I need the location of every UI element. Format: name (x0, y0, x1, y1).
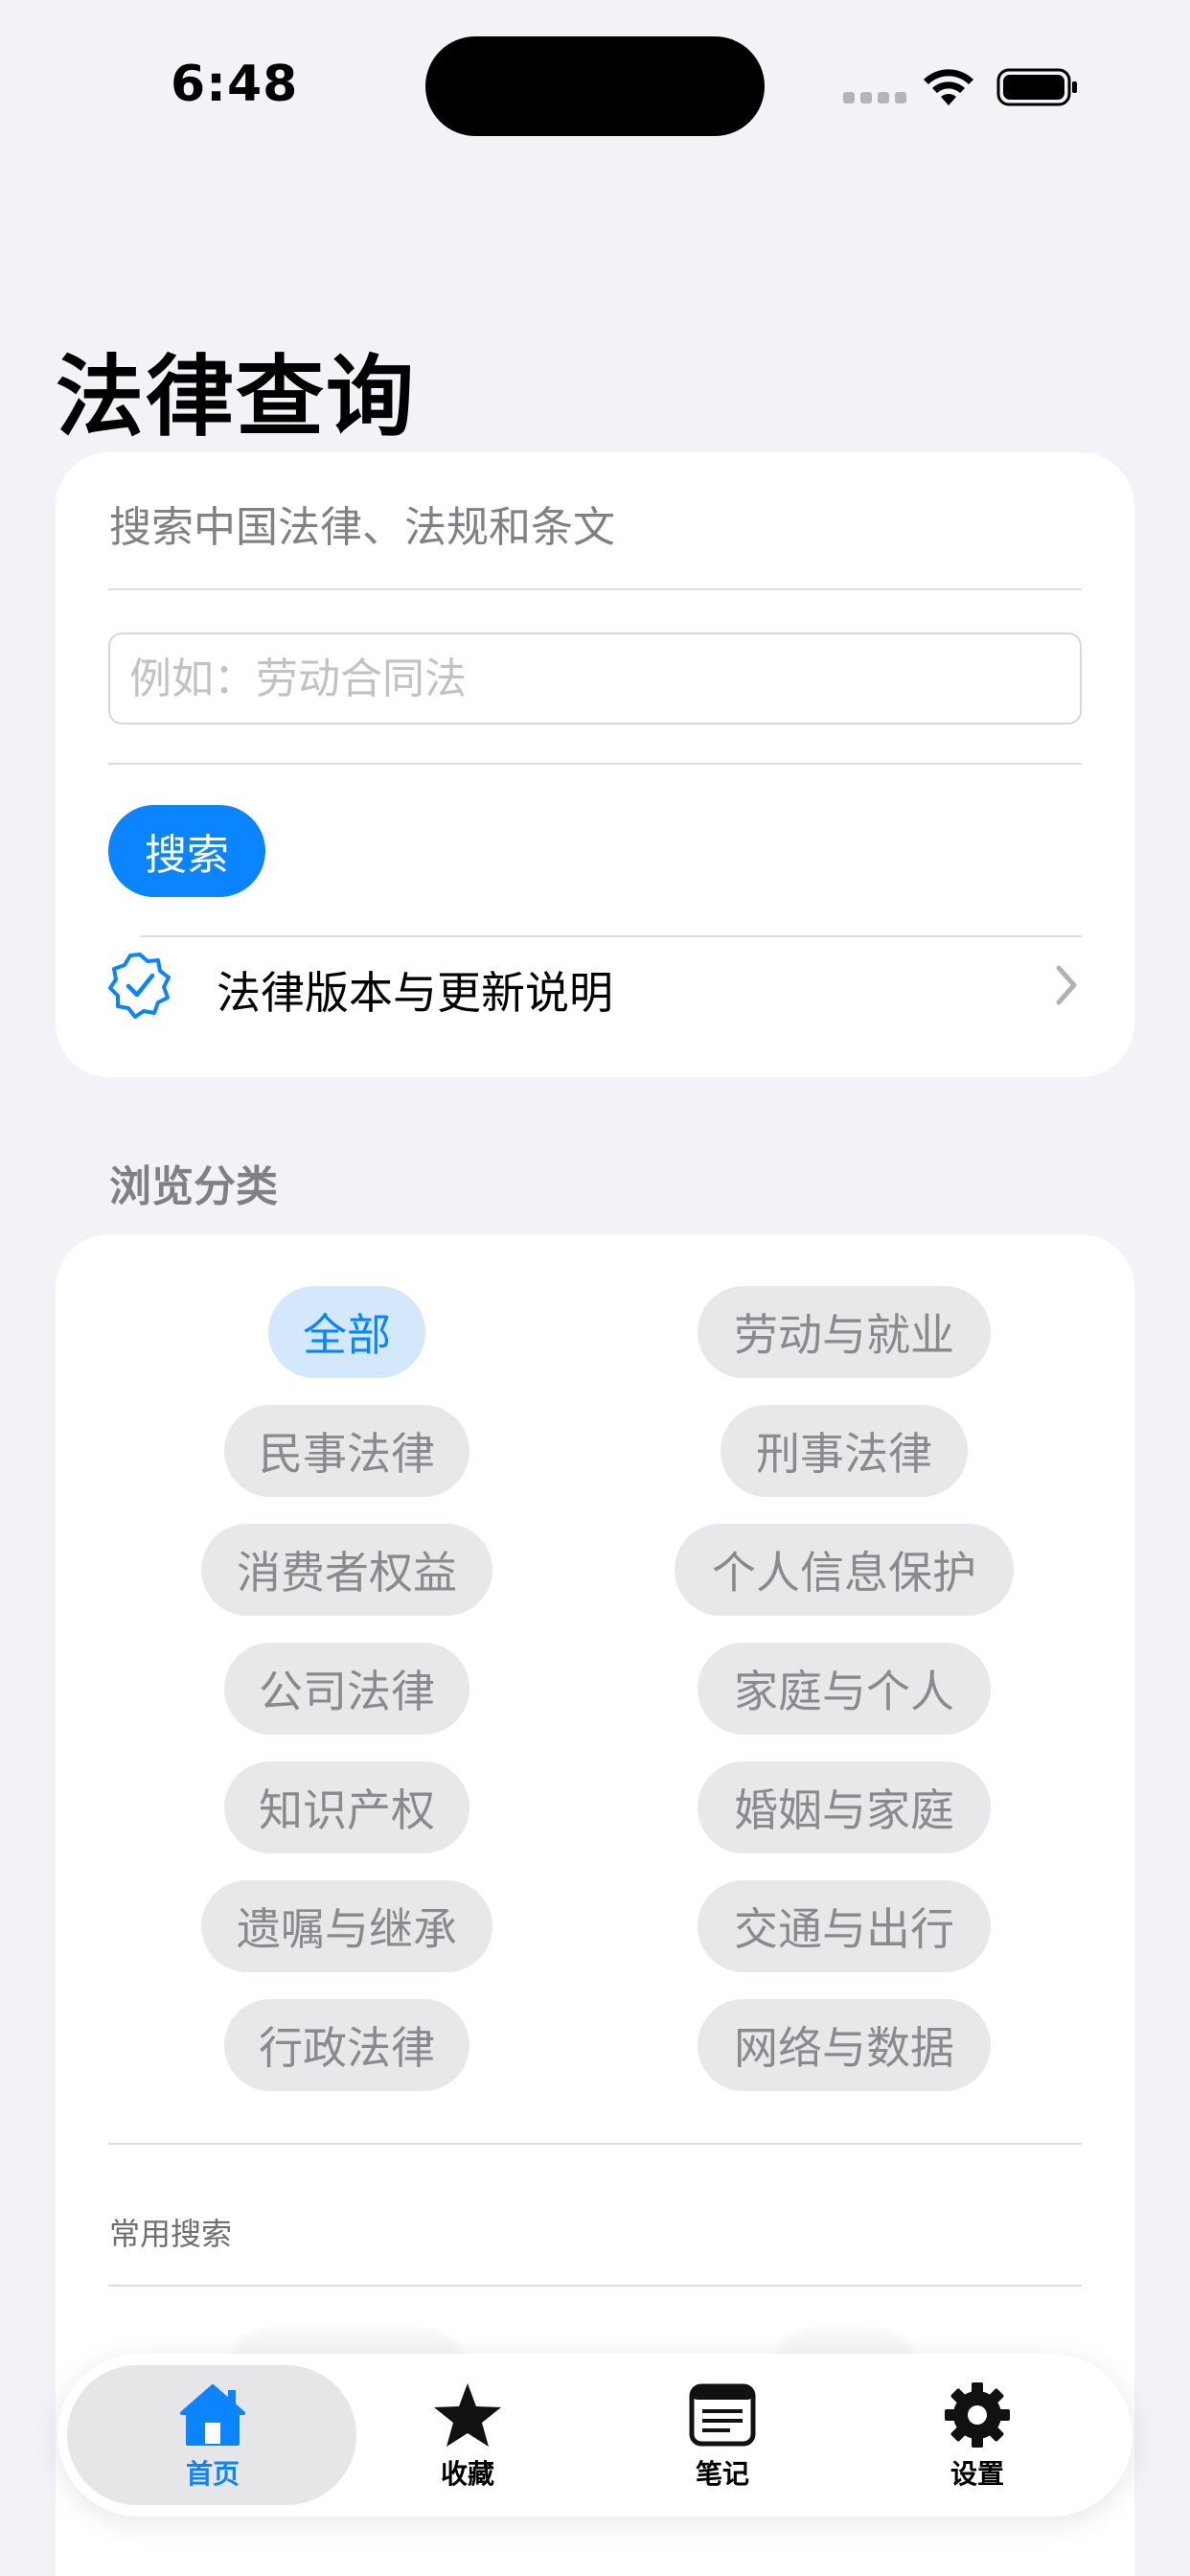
category-chip-ip[interactable]: 知识产权 (224, 1761, 469, 1853)
category-chip-company[interactable]: 公司法律 (224, 1643, 469, 1735)
browse-categories-header: 浏览分类 (109, 1162, 278, 1211)
category-chip-privacy[interactable]: 个人信息保护 (675, 1524, 1014, 1616)
divider (108, 2143, 1082, 2145)
category-chip-family-personal[interactable]: 家庭与个人 (698, 1643, 991, 1735)
version-notes-row[interactable]: 法律版本与更新说明 (56, 935, 1134, 1041)
tab-label: 笔记 (695, 2458, 749, 2490)
notes-icon (689, 2383, 756, 2447)
category-chip-inheritance[interactable]: 遗嘱与继承 (201, 1880, 492, 1972)
star-icon (434, 2383, 501, 2447)
category-chip-traffic[interactable]: 交通与出行 (698, 1880, 991, 1972)
cellular-signal-icon (843, 92, 906, 104)
page-title: 法律查询 (56, 346, 417, 448)
search-description: 搜索中国法律、法规和条文 (109, 503, 615, 552)
category-chip-criminal[interactable]: 刑事法律 (721, 1405, 968, 1497)
category-chip-network-data[interactable]: 网络与数据 (698, 1999, 991, 2091)
search-input[interactable] (108, 632, 1082, 724)
common-searches-header: 常用搜索 (109, 2216, 233, 2252)
category-chip-labor[interactable]: 劳动与就业 (698, 1286, 991, 1378)
tab-home[interactable]: 首页 (117, 2354, 309, 2517)
status-time: 6:48 (171, 56, 299, 113)
tab-notes[interactable]: 笔记 (627, 2354, 818, 2517)
search-button[interactable]: 搜索 (108, 805, 265, 897)
category-chip-consumer-rights[interactable]: 消费者权益 (201, 1524, 492, 1616)
category-chip-marriage[interactable]: 婚姻与家庭 (698, 1761, 991, 1853)
tab-bar: 首页 收藏 笔记 设置 (57, 2354, 1133, 2517)
version-notes-label: 法律版本与更新说明 (217, 967, 613, 1019)
tab-label: 设置 (950, 2458, 1004, 2490)
search-card: 搜索中国法律、法规和条文 搜索 法律版本与更新说明 (56, 452, 1134, 1077)
divider (108, 763, 1082, 765)
tab-settings[interactable]: 设置 (881, 2354, 1073, 2517)
tab-favorites[interactable]: 收藏 (372, 2354, 563, 2517)
screen: 6:48 法律查询 搜索中国法律、法规和条文 搜索 法律版本与更新说明 (0, 0, 1190, 2576)
chevron-right-icon (1056, 965, 1077, 1005)
divider (108, 2285, 1082, 2287)
verified-badge-icon (108, 953, 171, 1019)
category-chip-administrative[interactable]: 行政法律 (224, 1999, 469, 2091)
tab-label: 收藏 (440, 2458, 494, 2490)
battery-icon (996, 68, 1077, 106)
divider (108, 588, 1082, 590)
wifi-icon (924, 69, 973, 105)
category-chip-all[interactable]: 全部 (268, 1286, 425, 1378)
tab-label: 首页 (185, 2458, 240, 2490)
dynamic-island (425, 36, 765, 136)
category-chip-civil[interactable]: 民事法律 (224, 1405, 469, 1497)
house-icon (180, 2384, 245, 2446)
gear-icon (945, 2382, 1010, 2448)
